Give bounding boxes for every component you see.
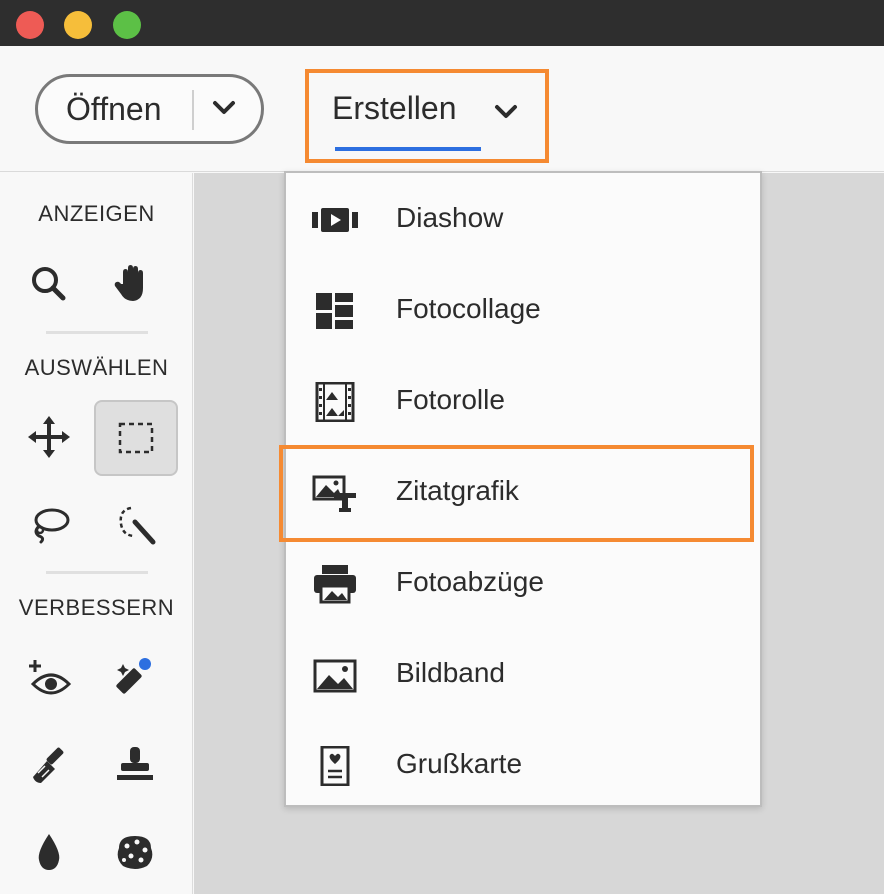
magic-selection-tool[interactable] [100, 489, 170, 559]
menu-item-label: Grußkarte [396, 748, 523, 779]
slideshow-icon [312, 208, 358, 232]
section-title-enhance: VERBESSERN [18, 595, 175, 620]
blur-icon [38, 834, 60, 870]
lasso-icon [34, 508, 70, 544]
clone-stamp-tool[interactable] [100, 730, 170, 800]
zoom-window-button[interactable] [113, 11, 141, 39]
create-button-label: Erstellen [332, 90, 457, 126]
healing-brush-icon [116, 658, 151, 694]
chevron-down-icon [495, 105, 517, 118]
collage-icon [316, 293, 353, 329]
red-eye-tool[interactable] [14, 643, 84, 713]
red-eye-icon [29, 660, 72, 695]
section-divider [46, 571, 148, 574]
close-window-button[interactable] [16, 11, 44, 39]
section-title-select: AUSWÄHLEN [24, 355, 169, 380]
greeting-card-icon [320, 746, 350, 786]
menu-item-photo-book[interactable]: Bildband [286, 629, 760, 720]
open-button-separator [192, 90, 194, 130]
zoom-icon [32, 267, 66, 301]
create-tab-underline [335, 147, 481, 151]
tools-panel: ANZEIGEN AUSWÄHLEN VERBESSERN [0, 173, 193, 894]
menu-item-label: Fotocollage [396, 293, 541, 324]
printer-icon [314, 565, 356, 604]
minimize-window-button[interactable] [64, 11, 92, 39]
brush-icon [33, 747, 64, 783]
rectangle-marquee-icon [118, 422, 154, 454]
quote-graphic-highlight [279, 445, 754, 542]
filmstrip-icon [315, 382, 355, 422]
rectangle-marquee-tool[interactable] [94, 400, 178, 476]
blur-tool[interactable] [14, 817, 84, 887]
menu-item-photo-reel[interactable]: Fotorolle [286, 356, 760, 447]
menu-item-photo-prints[interactable]: Fotoabzüge [286, 538, 760, 629]
menu-item-slideshow[interactable]: Diashow [286, 174, 760, 265]
stamp-icon [117, 747, 153, 780]
chevron-down-icon[interactable] [205, 89, 243, 127]
move-tool[interactable] [14, 402, 84, 472]
magic-wand-icon [119, 506, 156, 545]
section-title-view: ANZEIGEN [38, 201, 155, 226]
menu-item-greeting-card[interactable]: Grußkarte [286, 720, 760, 811]
section-divider [46, 331, 148, 334]
notification-dot [139, 658, 151, 670]
top-toolbar: Öffnen Erstellen [0, 46, 884, 172]
window-title-bar [0, 0, 884, 46]
zoom-tool[interactable] [14, 249, 84, 319]
sponge-icon [117, 836, 153, 869]
hand-icon [114, 265, 143, 301]
menu-item-label: Fotorolle [396, 384, 505, 415]
healing-brush-tool[interactable] [100, 643, 170, 713]
sponge-tool[interactable] [100, 817, 170, 887]
brush-tool[interactable] [14, 730, 84, 800]
photobook-icon [313, 659, 357, 693]
move-icon [28, 416, 70, 458]
menu-item-photo-collage[interactable]: Fotocollage [286, 265, 760, 356]
menu-item-label: Bildband [396, 657, 505, 688]
lasso-tool[interactable] [14, 489, 84, 559]
menu-item-label: Diashow [396, 202, 504, 233]
create-button[interactable]: Erstellen [332, 86, 532, 148]
open-button-label: Öffnen [66, 91, 162, 127]
menu-item-label: Fotoabzüge [396, 566, 544, 597]
hand-tool[interactable] [98, 249, 168, 319]
open-button[interactable]: Öffnen [35, 74, 264, 144]
